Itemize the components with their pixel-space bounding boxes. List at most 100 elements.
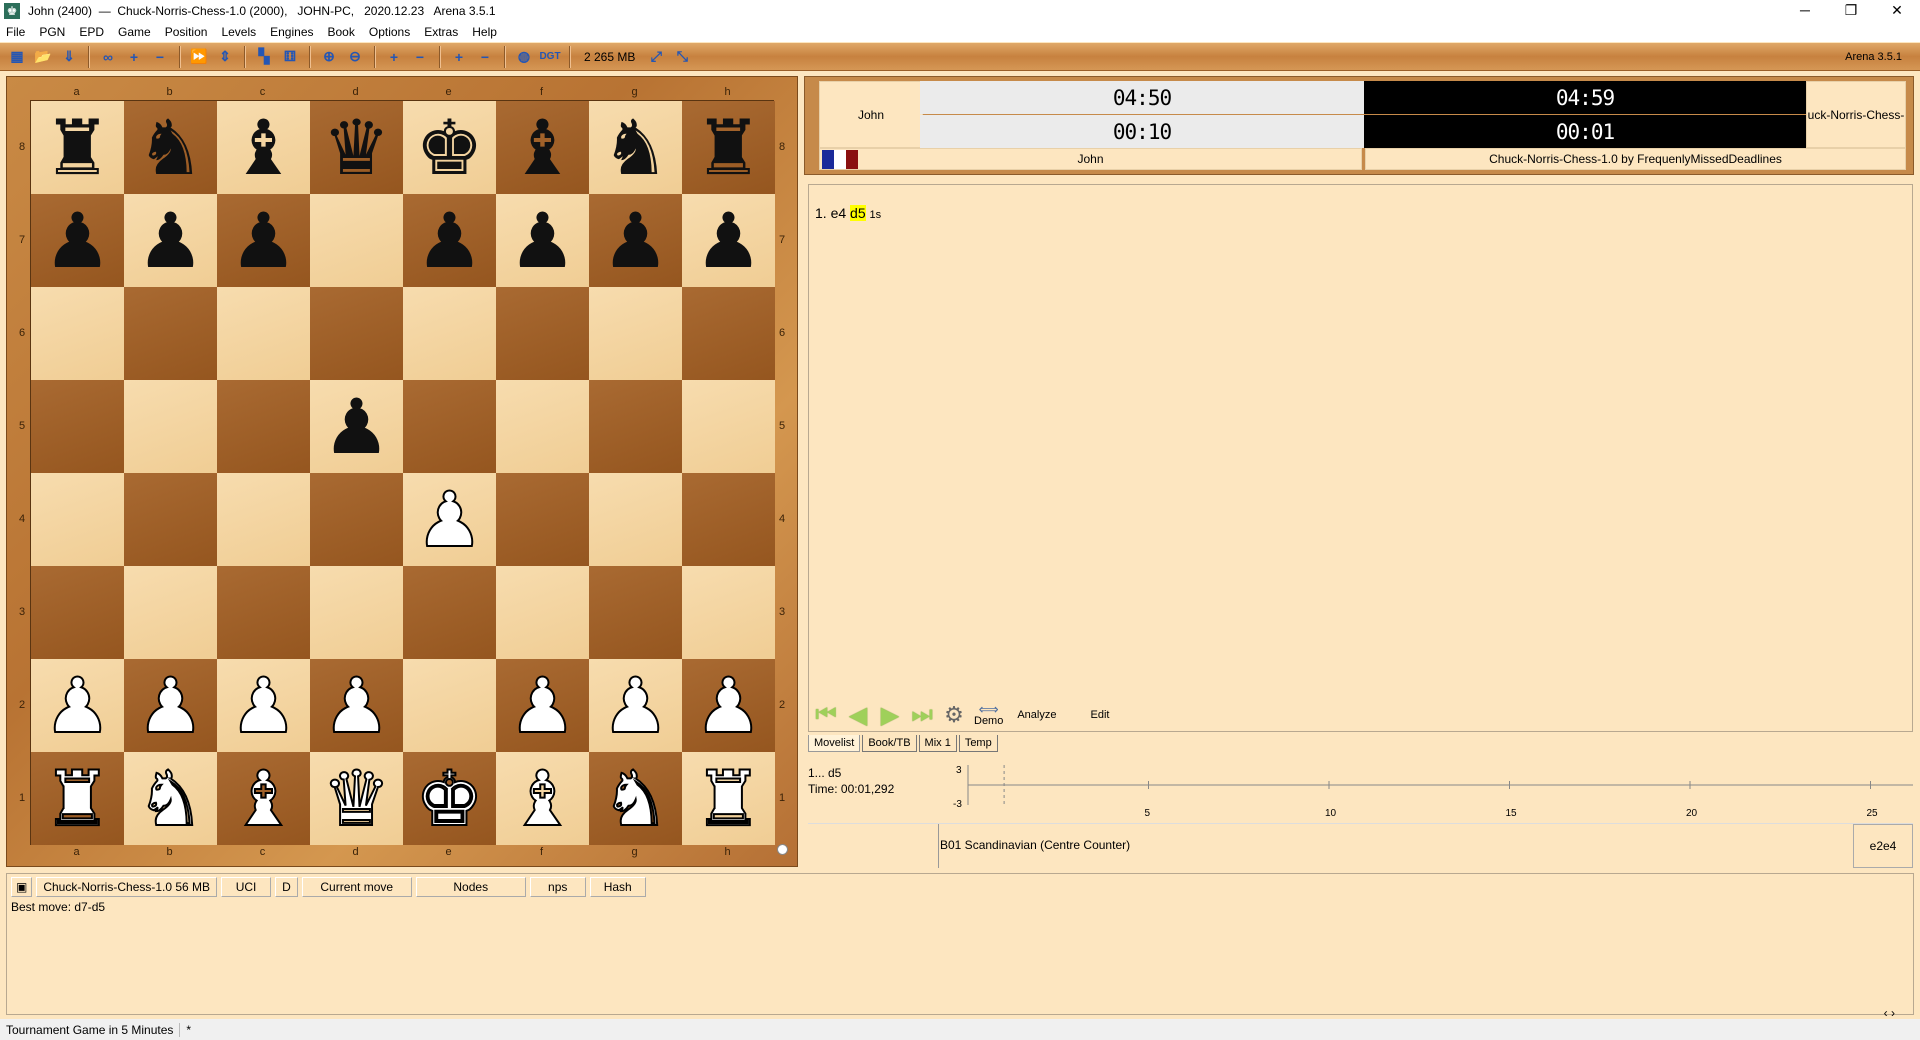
square-h3[interactable] bbox=[682, 566, 775, 659]
square-a7[interactable]: ♟ bbox=[31, 194, 124, 287]
square-h4[interactable] bbox=[682, 473, 775, 566]
square-a4[interactable] bbox=[31, 473, 124, 566]
close-button[interactable]: ✕ bbox=[1874, 0, 1920, 20]
square-b6[interactable] bbox=[124, 287, 217, 380]
analyze-button[interactable]: Analyze bbox=[1017, 709, 1056, 721]
white-pawn-icon[interactable]: ♟ bbox=[321, 666, 391, 744]
square-g1[interactable]: ♞ bbox=[589, 752, 682, 845]
white-knight-icon[interactable]: ♞ bbox=[600, 759, 670, 837]
square-a3[interactable] bbox=[31, 566, 124, 659]
square-a6[interactable] bbox=[31, 287, 124, 380]
last-move-button[interactable]: ⏭ bbox=[908, 701, 936, 728]
square-h7[interactable]: ♟ bbox=[682, 194, 775, 287]
square-g6[interactable] bbox=[589, 287, 682, 380]
square-d2[interactable]: ♟ bbox=[310, 659, 403, 752]
square-h2[interactable]: ♟ bbox=[682, 659, 775, 752]
white-queen-icon[interactable]: ♛ bbox=[321, 759, 391, 837]
square-a8[interactable]: ♜ bbox=[31, 101, 124, 194]
square-b7[interactable]: ♟ bbox=[124, 194, 217, 287]
square-f3[interactable] bbox=[496, 566, 589, 659]
demo-button[interactable]: ⟺ Demo bbox=[974, 702, 1003, 727]
black-pawn-icon[interactable]: ♟ bbox=[229, 202, 297, 279]
menu-help[interactable]: Help bbox=[472, 25, 497, 39]
level-plus-icon[interactable]: + bbox=[123, 47, 145, 67]
white-pawn-icon[interactable]: ♟ bbox=[693, 666, 763, 744]
square-g7[interactable]: ♟ bbox=[589, 194, 682, 287]
square-c5[interactable] bbox=[217, 380, 310, 473]
black-pawn-icon[interactable]: ♟ bbox=[322, 388, 390, 465]
square-b4[interactable] bbox=[124, 473, 217, 566]
square-h6[interactable] bbox=[682, 287, 775, 380]
square-f7[interactable]: ♟ bbox=[496, 194, 589, 287]
square-h1[interactable]: ♜ bbox=[682, 752, 775, 845]
square-e3[interactable] bbox=[403, 566, 496, 659]
square-c8[interactable]: ♝ bbox=[217, 101, 310, 194]
square-g3[interactable] bbox=[589, 566, 682, 659]
square-a5[interactable] bbox=[31, 380, 124, 473]
square-d5[interactable]: ♟ bbox=[310, 380, 403, 473]
square-b2[interactable]: ♟ bbox=[124, 659, 217, 752]
minimize-button[interactable]: ─ bbox=[1782, 0, 1828, 20]
save-icon[interactable]: ⇓ bbox=[58, 47, 80, 67]
maximize-icon[interactable]: ⤢ bbox=[645, 47, 667, 67]
square-d3[interactable] bbox=[310, 566, 403, 659]
menu-file[interactable]: File bbox=[6, 25, 25, 39]
white-pawn-icon[interactable]: ♟ bbox=[228, 666, 298, 744]
engine-icon[interactable]: ▣ bbox=[11, 877, 33, 897]
black-pawn-icon[interactable]: ♟ bbox=[415, 202, 483, 279]
square-c1[interactable]: ♝ bbox=[217, 752, 310, 845]
tab-book-tb[interactable]: Book/TB bbox=[862, 735, 917, 752]
white-rook-icon[interactable]: ♜ bbox=[42, 759, 112, 837]
square-e8[interactable]: ♚ bbox=[403, 101, 496, 194]
square-a2[interactable]: ♟ bbox=[31, 659, 124, 752]
black-rook-icon[interactable]: ♜ bbox=[43, 109, 111, 186]
white-pawn-icon[interactable]: ♟ bbox=[507, 666, 577, 744]
white-pawn-icon[interactable]: ♟ bbox=[135, 666, 205, 744]
square-g8[interactable]: ♞ bbox=[589, 101, 682, 194]
white-rook-icon[interactable]: ♜ bbox=[693, 759, 763, 837]
square-e7[interactable]: ♟ bbox=[403, 194, 496, 287]
black-knight-icon[interactable]: ♞ bbox=[601, 109, 669, 186]
square-a1[interactable]: ♜ bbox=[31, 752, 124, 845]
black-king-icon[interactable]: ♚ bbox=[415, 109, 483, 186]
edit-button[interactable]: Edit bbox=[1090, 709, 1109, 721]
move-list[interactable]: 1. e4 d5 1s bbox=[808, 184, 1913, 732]
square-d1[interactable]: ♛ bbox=[310, 752, 403, 845]
menu-extras[interactable]: Extras bbox=[424, 25, 458, 39]
level-minus-icon[interactable]: − bbox=[149, 47, 171, 67]
tab-mix-1[interactable]: Mix 1 bbox=[918, 735, 957, 752]
menu-epd[interactable]: EPD bbox=[79, 25, 104, 39]
scroll-arrows[interactable]: ‹ › bbox=[1884, 1006, 1895, 1020]
menu-levels[interactable]: Levels bbox=[221, 25, 256, 39]
open-icon[interactable]: 📂 bbox=[32, 47, 54, 67]
zoom-out-icon[interactable]: ⊖ bbox=[344, 47, 366, 67]
move-white[interactable]: e4 bbox=[831, 205, 847, 221]
epd-plus-icon[interactable]: + bbox=[448, 47, 470, 67]
flip-icon[interactable]: ⇕ bbox=[214, 47, 236, 67]
square-c4[interactable] bbox=[217, 473, 310, 566]
tab-movelist[interactable]: Movelist bbox=[808, 735, 861, 752]
black-bishop-icon[interactable]: ♝ bbox=[229, 109, 297, 186]
zoom-in-icon[interactable]: ⊕ bbox=[318, 47, 340, 67]
black-rook-icon[interactable]: ♜ bbox=[694, 109, 762, 186]
square-d4[interactable] bbox=[310, 473, 403, 566]
white-bishop-icon[interactable]: ♝ bbox=[228, 759, 298, 837]
fast-forward-icon[interactable]: ⏩ bbox=[188, 47, 210, 67]
chess-board[interactable]: ♜ ♞ ♝ ♛ ♚ ♝ ♞ ♜ ♟ ♟ ♟ ♟ ♟ ♟ ♟ ♟ ♟ ♟ ♟ ♟ ♟ ♟ ♟ ♟ ♜ ♞ ♝ ♛ ♚ ♝ ♞ ♜ bbox=[30, 100, 775, 845]
square-g5[interactable] bbox=[589, 380, 682, 473]
square-g4[interactable] bbox=[589, 473, 682, 566]
square-d8[interactable]: ♛ bbox=[310, 101, 403, 194]
menu-game[interactable]: Game bbox=[118, 25, 151, 39]
menu-book[interactable]: Book bbox=[328, 25, 355, 39]
new-game-icon[interactable]: ▦ bbox=[6, 47, 28, 67]
square-e6[interactable] bbox=[403, 287, 496, 380]
board-setup-icon[interactable]: ▚ bbox=[253, 47, 275, 67]
next-move-button[interactable]: ▶ bbox=[876, 702, 904, 729]
black-pawn-icon[interactable]: ♟ bbox=[694, 202, 762, 279]
black-queen-icon[interactable]: ♛ bbox=[322, 109, 390, 186]
black-bishop-icon[interactable]: ♝ bbox=[508, 109, 576, 186]
black-knight-icon[interactable]: ♞ bbox=[136, 109, 204, 186]
pgn-minus-icon[interactable]: − bbox=[409, 47, 431, 67]
white-pawn-icon[interactable]: ♟ bbox=[600, 666, 670, 744]
square-b3[interactable] bbox=[124, 566, 217, 659]
